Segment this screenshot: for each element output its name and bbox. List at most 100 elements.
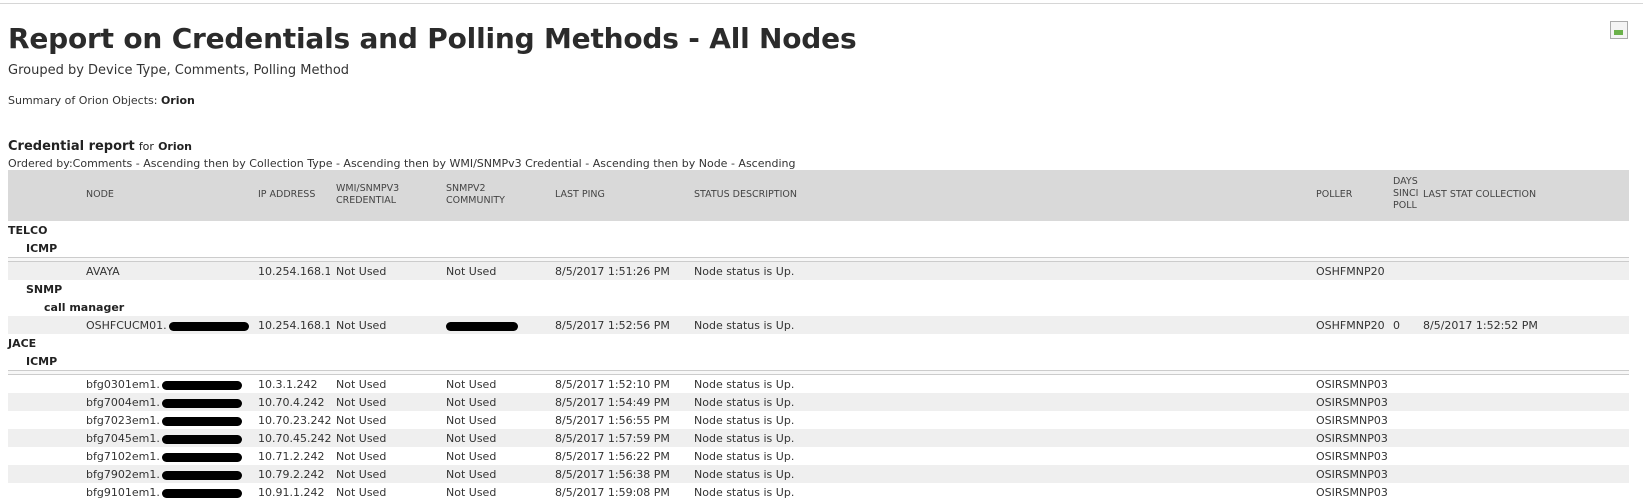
cell-ip: 10.3.1.242 [258,378,318,391]
cell-ip: 10.254.168.166 [258,319,330,332]
redaction-mark [161,452,242,462]
col-days[interactable]: DAYS SINCI POLL [1393,176,1418,212]
col-wmi-line2: CREDENTIAL [336,195,397,206]
cell-ip: 10.71.2.242 [258,450,325,463]
cell-node: bfg0301em1. [86,378,242,391]
cell-status: Node status is Up. [694,468,795,481]
table-row[interactable]: bfg7902em1. 10.79.2.242 Not Used Not Used 8/… [8,465,1629,483]
table-row[interactable]: AVAYA 10.254.168.129 Not Used Not Used 8… [8,262,1629,280]
broken-image-icon [1610,21,1628,39]
cell-node: AVAYA [86,265,120,278]
group-jace-icmp: ICMP [8,352,1629,370]
group-telco-snmp: SNMP [8,280,1629,298]
redaction-mark [446,321,518,331]
cell-poller: OSIRSMNP03 [1316,414,1388,427]
cell-wmi: Not Used [336,396,387,409]
cell-ip: 10.79.2.242 [258,468,325,481]
cell-ip: 10.70.4.242 [258,396,325,409]
cell-last-ping: 8/5/2017 1:54:49 PM [555,396,670,409]
group-jace: JACE [8,334,1629,352]
group-telco-icmp: ICMP [8,239,1629,257]
cell-node-text: bfg7004em1. [86,396,160,409]
redaction-mark [161,398,242,408]
cell-poller: OSIRSMNP03 [1316,396,1388,409]
col-wmi[interactable]: WMI/SNMPV3 CREDENTIAL [336,183,399,207]
cell-status: Node status is Up. [694,319,795,332]
page-title: Report on Credentials and Polling Method… [8,22,857,55]
cell-status: Node status is Up. [694,432,795,445]
redaction-mark [168,321,249,331]
cell-node-text: bfg7023em1. [86,414,160,427]
group-telco-label: TELCO [8,224,48,237]
group-call-manager: call manager [8,298,1629,316]
cell-poller: OSHFMNP20 [1316,319,1385,332]
cell-node: bfg7023em1. [86,414,242,427]
cell-node-text: OSHFCUCM01. [86,319,167,332]
group-telco: TELCO [8,221,1629,239]
cell-node: bfg7902em1. [86,468,242,481]
group-jace-icmp-label: ICMP [26,355,58,368]
cell-last-ping: 8/5/2017 1:56:22 PM [555,450,670,463]
table-row[interactable]: bfg7023em1. 10.70.23.242 Not Used Not Used 8… [8,411,1629,429]
cell-last-ping: 8/5/2017 1:52:56 PM [555,319,670,332]
table-row[interactable]: OSHFCUCM01. 10.254.168.166 Not Used 8/5/… [8,316,1629,334]
section-title: Credential report for Orion [8,139,192,154]
cell-snmp: Not Used [446,265,497,278]
col-status[interactable]: STATUS DESCRIPTION [694,189,797,201]
col-last-ping[interactable]: LAST PING [555,189,605,201]
cell-snmp: Not Used [446,378,497,391]
col-ip[interactable]: IP ADDRESS [258,189,315,201]
col-last-stat[interactable]: LAST STAT COLLECTION [1423,189,1536,201]
cell-poller: OSIRSMNP03 [1316,486,1388,499]
table-row[interactable]: bfg7102em1. 10.71.2.242 Not Used Not Used 8/… [8,447,1629,465]
cell-snmp: Not Used [446,450,497,463]
section-for-label: for [138,140,154,153]
cell-ip: 10.70.45.242 [258,432,332,445]
cell-wmi: Not Used [336,468,387,481]
col-days-line3: POLL [1393,200,1417,211]
summary-value: Orion [160,94,195,107]
col-snmp[interactable]: SNMPV2 COMMUNITY [446,183,505,207]
col-snmp-line2: COMMUNITY [446,195,505,206]
cell-poller: OSIRSMNP03 [1316,468,1388,481]
col-days-line2: SINCI [1393,188,1419,199]
col-days-line1: DAYS [1393,176,1418,187]
cell-days: 0 [1393,319,1400,332]
cell-wmi: Not Used [336,450,387,463]
cell-last-ping: 8/5/2017 1:56:55 PM [555,414,670,427]
cell-node: bfg7102em1. [86,450,242,463]
cell-node-text: bfg9101em1. [86,486,160,499]
table-row[interactable]: bfg0301em1. 10.3.1.242 Not Used Not Used 8/5… [8,375,1629,393]
redaction-mark [161,380,242,390]
redaction-mark [161,488,242,498]
cell-poller: OSIRSMNP03 [1316,378,1388,391]
cell-wmi: Not Used [336,486,387,499]
table-row[interactable]: bfg7004em1. 10.70.4.242 Not Used Not Used 8/… [8,393,1629,411]
table-header: NODE IP ADDRESS WMI/SNMPV3 CREDENTIAL SNM… [8,170,1629,221]
group-telco-snmp-label: SNMP [26,283,63,296]
cell-last-ping: 8/5/2017 1:52:10 PM [555,378,670,391]
cell-poller: OSIRSMNP03 [1316,450,1388,463]
cell-wmi: Not Used [336,265,387,278]
cell-ip: 10.254.168.129 [258,265,330,278]
cell-snmp: Not Used [446,432,497,445]
table-row[interactable]: bfg7045em1. 10.70.45.242 Not Used Not Used 8… [8,429,1629,447]
col-poller[interactable]: POLLER [1316,189,1352,201]
redaction-mark [161,470,242,480]
section-title-text: Credential report [8,139,135,154]
col-node[interactable]: NODE [86,189,114,201]
table-row[interactable]: bfg9101em1. 10.91.1.242 Not Used Not Used 8/… [8,483,1629,501]
cell-wmi: Not Used [336,414,387,427]
cell-node: OSHFCUCM01. [86,319,249,332]
cell-snmp: Not Used [446,414,497,427]
group-jace-label: JACE [8,337,37,350]
cell-node: bfg9101em1. [86,486,242,499]
cell-last-ping: 8/5/2017 1:51:26 PM [555,265,670,278]
cell-node-text: bfg7045em1. [86,432,160,445]
redaction-mark [161,434,242,444]
cell-status: Node status is Up. [694,450,795,463]
cell-node-text: bfg7102em1. [86,450,160,463]
report-table: NODE IP ADDRESS WMI/SNMPV3 CREDENTIAL SNM… [8,170,1629,501]
summary-line: Summary of Orion Objects: Orion [8,94,195,107]
cell-wmi: Not Used [336,319,387,332]
